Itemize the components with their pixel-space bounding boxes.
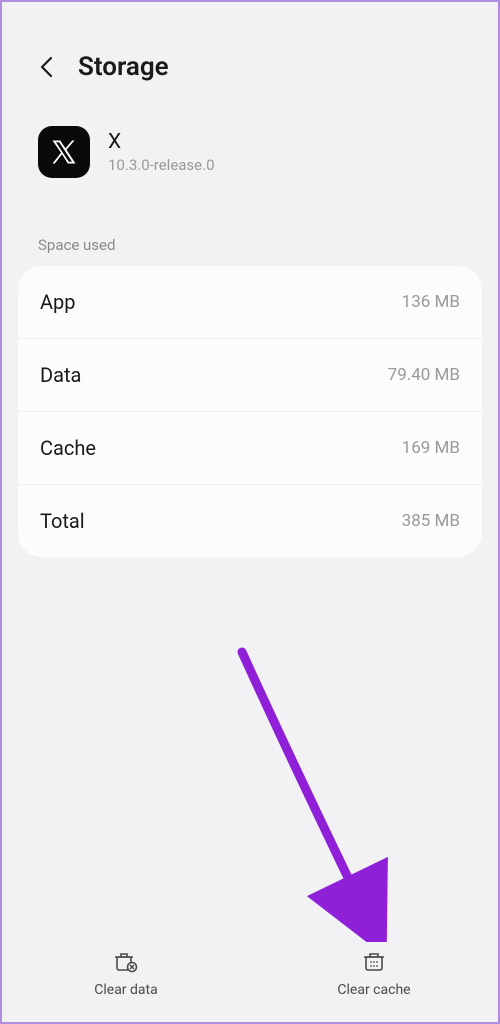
row-value: 136 MB [402,292,460,312]
row-label: Cache [40,436,96,460]
row-data: Data 79.40 MB [18,339,482,412]
bottom-bar: Clear data Clear cache [2,930,498,1022]
app-version: 10.3.0-release.0 [108,156,215,174]
row-value: 169 MB [402,438,460,458]
row-total: Total 385 MB [18,485,482,557]
space-used-card: App 136 MB Data 79.40 MB Cache 169 MB To… [18,266,482,557]
row-label: App [40,290,76,314]
clear-data-label: Clear data [94,982,157,998]
header: Storage [2,2,498,102]
row-label: Total [40,509,85,533]
clear-data-icon [113,948,139,974]
x-logo-icon [49,137,79,167]
app-icon [38,126,90,178]
app-details: X 10.3.0-release.0 [108,130,215,174]
row-cache: Cache 169 MB [18,412,482,485]
row-app: App 136 MB [18,266,482,339]
annotation-arrow [232,642,402,942]
row-value: 79.40 MB [388,365,460,385]
row-label: Data [40,363,81,387]
back-icon [39,56,53,78]
clear-data-button[interactable]: Clear data [2,948,250,998]
app-name: X [108,130,215,154]
section-label: Space used [2,208,498,266]
clear-cache-button[interactable]: Clear cache [250,948,498,998]
app-info: X 10.3.0-release.0 [2,102,498,208]
row-value: 385 MB [402,511,460,531]
clear-cache-label: Clear cache [337,982,410,998]
page-title: Storage [78,52,169,82]
back-button[interactable] [34,55,58,79]
clear-cache-icon [361,948,387,974]
